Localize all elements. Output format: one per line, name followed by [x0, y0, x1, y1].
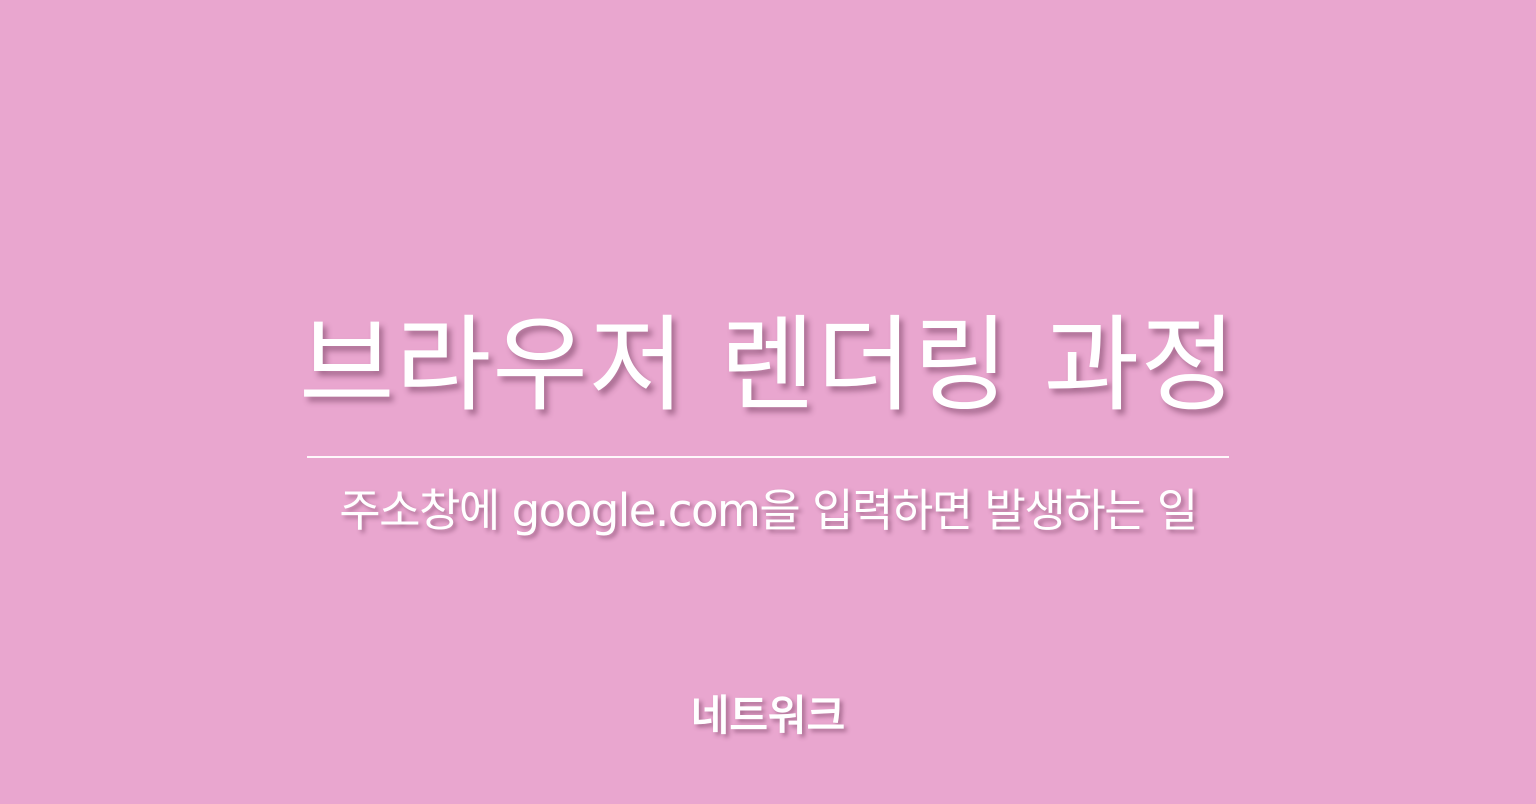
category-label: 네트워크 [690, 691, 846, 740]
page-subtitle: 주소창에 google.com을 입력하면 발생하는 일 [339, 484, 1198, 537]
title-divider [307, 456, 1229, 458]
cover-banner: 브라우저 렌더링 과정 주소창에 google.com을 입력하면 발생하는 일… [0, 0, 1536, 804]
page-title: 브라우저 렌더링 과정 [298, 304, 1238, 426]
